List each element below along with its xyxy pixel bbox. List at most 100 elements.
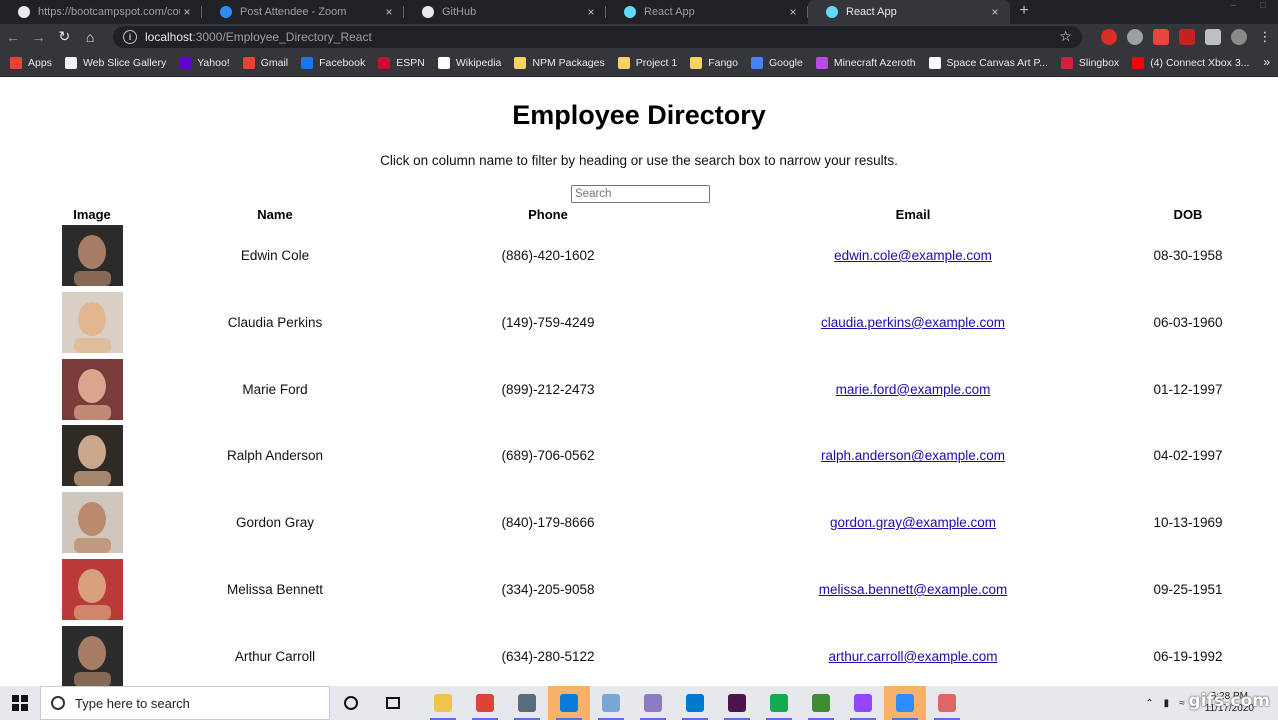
battery-icon[interactable]: ▮ xyxy=(1164,698,1170,709)
snip-icon[interactable] xyxy=(926,686,968,720)
mongodb-icon[interactable] xyxy=(758,686,800,720)
email-link[interactable]: ralph.anderson@example.com xyxy=(821,448,1005,463)
column-header-image[interactable]: Image xyxy=(73,207,111,222)
network-icon[interactable]: ≈ xyxy=(1179,698,1185,709)
file-explorer-glyph xyxy=(434,694,452,712)
browser-tab[interactable]: GitHub × xyxy=(404,0,606,24)
browser-tab[interactable]: React App × xyxy=(606,0,808,24)
file-explorer-icon[interactable] xyxy=(422,686,464,720)
vscode-glyph xyxy=(686,694,704,712)
windows-start-button[interactable] xyxy=(0,686,40,720)
close-tab-icon[interactable]: × xyxy=(584,5,598,19)
calculator-icon[interactable] xyxy=(506,686,548,720)
adblock-icon[interactable] xyxy=(1100,28,1117,45)
app-icon[interactable] xyxy=(632,686,674,720)
bookmark-item[interactable]: Slingbox xyxy=(1060,56,1119,69)
bookmark-item[interactable]: Google xyxy=(750,56,803,69)
bookmark-item[interactable]: Apps xyxy=(10,56,52,69)
extension-circle-icon[interactable] xyxy=(1126,28,1143,45)
cell-phone: (634)-280-5122 xyxy=(501,648,595,664)
bookmark-item[interactable]: Wikipedia xyxy=(437,56,501,69)
bookmark-item[interactable]: Minecraft Azeroth xyxy=(815,56,916,69)
bookmark-icon xyxy=(301,56,314,69)
email-link[interactable]: arthur.carroll@example.com xyxy=(828,649,997,664)
column-header-dob[interactable]: DOB xyxy=(1174,207,1203,222)
bookmark-item[interactable]: Space Canvas Art P... xyxy=(928,56,1048,69)
close-tab-icon[interactable]: × xyxy=(988,5,1002,19)
cell-name: Arthur Carroll xyxy=(234,648,316,664)
cell-dob: 06-19-1992 xyxy=(1153,648,1223,664)
column-header-email[interactable]: Email xyxy=(896,207,931,222)
browser-tab[interactable]: React App × xyxy=(808,0,1010,24)
screen-glyph xyxy=(602,694,620,712)
cell-phone: (840)-179-8666 xyxy=(501,515,595,531)
bookmark-item[interactable]: Project 1 xyxy=(617,56,677,69)
cell-phone: (149)-759-4249 xyxy=(501,314,595,330)
home-button[interactable]: ⌂ xyxy=(77,26,103,48)
task-view-icon[interactable] xyxy=(372,686,414,720)
twitch-icon[interactable] xyxy=(842,686,884,720)
puzzle-icon[interactable] xyxy=(1204,28,1221,45)
new-tab-button[interactable]: + xyxy=(1010,0,1038,24)
close-tab-icon[interactable]: × xyxy=(180,5,194,19)
address-bar[interactable]: i localhost :3000/Employee_Directory_Rea… xyxy=(113,25,1082,48)
bookmark-item[interactable]: Gmail xyxy=(242,56,288,69)
cortana-icon[interactable] xyxy=(330,686,372,720)
bookmark-icon xyxy=(815,56,828,69)
bookmark-icon xyxy=(1060,56,1073,69)
bookmark-item[interactable]: ESPN xyxy=(378,56,425,69)
cell-dob: 04-02-1997 xyxy=(1153,448,1223,464)
browser-tab[interactable]: Post Attendee - Zoom × xyxy=(202,0,404,24)
minimize-icon[interactable]: – xyxy=(1218,0,1248,14)
email-link[interactable]: melissa.bennett@example.com xyxy=(819,582,1008,597)
robomongo-glyph xyxy=(812,694,830,712)
search-input[interactable] xyxy=(571,185,710,203)
profile-avatar[interactable] xyxy=(1230,28,1247,45)
taskbar-search[interactable]: Type here to search xyxy=(40,686,330,720)
slack-icon[interactable] xyxy=(716,686,758,720)
browser-tab[interactable]: https://bootcampspot.com/course× xyxy=(0,0,202,24)
cell-dob: 01-12-1997 xyxy=(1153,381,1223,397)
email-link[interactable]: gordon.gray@example.com xyxy=(830,515,996,530)
bookmarks-overflow-icon[interactable]: » xyxy=(1263,55,1270,69)
forward-button[interactable]: → xyxy=(26,26,52,48)
email-link[interactable]: edwin.cole@example.com xyxy=(834,248,992,263)
zoom-icon[interactable] xyxy=(884,686,926,720)
bookmark-star-icon[interactable]: ☆ xyxy=(1059,28,1072,45)
email-link[interactable]: marie.ford@example.com xyxy=(836,382,991,397)
browser-tab-strip: https://bootcampspot.com/course×Post Att… xyxy=(0,0,1278,24)
cell-email: melissa.bennett@example.com xyxy=(819,559,1008,620)
taskbar-search-placeholder: Type here to search xyxy=(75,695,190,711)
employee-photo xyxy=(62,225,123,286)
menu-icon[interactable]: ⋮ xyxy=(1257,29,1273,45)
bookmark-label: (4) Connect Xbox 3... xyxy=(1150,56,1250,69)
robomongo-icon[interactable] xyxy=(800,686,842,720)
vscode-icon[interactable] xyxy=(674,686,716,720)
close-tab-icon[interactable]: × xyxy=(382,5,396,19)
extension-record-icon[interactable] xyxy=(1152,28,1169,45)
chevron-up-icon[interactable]: ⌃ xyxy=(1145,698,1153,709)
bookmark-label: Minecraft Azeroth xyxy=(833,56,916,69)
bookmark-item[interactable]: (4) Connect Xbox 3... xyxy=(1132,56,1250,69)
pocket-icon[interactable] xyxy=(1178,28,1195,45)
bookmark-item[interactable]: Facebook xyxy=(301,56,365,69)
cell-email: claudia.perkins@example.com xyxy=(821,292,1005,353)
email-link[interactable]: claudia.perkins@example.com xyxy=(821,315,1005,330)
column-header-name[interactable]: Name xyxy=(257,207,292,222)
bookmark-item[interactable]: NPM Packages xyxy=(514,56,605,69)
bookmark-item[interactable]: Web Slice Gallery xyxy=(64,56,166,69)
column-header-phone[interactable]: Phone xyxy=(528,207,568,222)
site-info-icon[interactable]: i xyxy=(123,29,137,44)
page-title: Employee Directory xyxy=(512,100,766,130)
bookmark-item[interactable]: Yahoo! xyxy=(179,56,230,69)
screen-icon[interactable] xyxy=(590,686,632,720)
maximize-icon[interactable]: □ xyxy=(1248,0,1278,14)
bookmark-item[interactable]: Fango xyxy=(690,56,738,69)
back-button[interactable]: ← xyxy=(0,26,26,48)
reload-button[interactable]: ↻ xyxy=(52,26,78,48)
chrome-icon[interactable] xyxy=(464,686,506,720)
edge-icon[interactable] xyxy=(548,686,590,720)
zoom-glyph xyxy=(896,694,914,712)
bookmark-icon xyxy=(10,56,22,69)
close-tab-icon[interactable]: × xyxy=(786,5,800,19)
